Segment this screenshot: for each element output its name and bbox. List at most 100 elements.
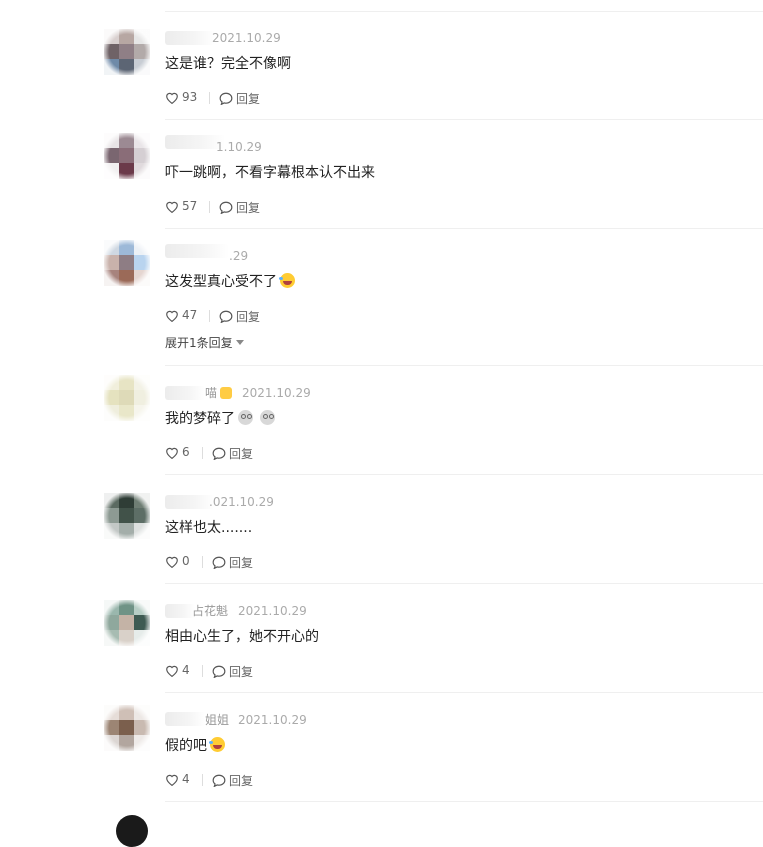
like-button[interactable]: 4 bbox=[165, 663, 190, 677]
comment-text: 这样也太....... bbox=[165, 520, 253, 536]
avatar-fade bbox=[104, 133, 150, 179]
reply-label: 回复 bbox=[229, 774, 254, 788]
avatar-fade bbox=[104, 240, 150, 286]
like-count: 6 bbox=[182, 445, 190, 459]
divider bbox=[209, 92, 210, 104]
username-blurred[interactable] bbox=[165, 712, 205, 726]
avatar[interactable] bbox=[104, 705, 150, 751]
dizzy-emoji-icon bbox=[260, 410, 275, 425]
like-button[interactable]: 47 bbox=[165, 308, 197, 322]
reply-label: 回复 bbox=[229, 447, 254, 461]
username-blurred[interactable] bbox=[165, 31, 215, 45]
avatar[interactable] bbox=[104, 600, 150, 646]
heart-icon bbox=[166, 92, 178, 104]
divider bbox=[202, 556, 203, 568]
username-tail: 姐姐 bbox=[205, 713, 230, 727]
comment-bubble-icon bbox=[219, 201, 233, 214]
like-count: 4 bbox=[182, 663, 190, 677]
divider bbox=[202, 447, 203, 459]
reply-button[interactable]: 回复 bbox=[219, 90, 260, 107]
comment-actions: 47 回复 bbox=[165, 308, 365, 324]
divider bbox=[165, 583, 763, 584]
divider bbox=[202, 774, 203, 786]
avatar[interactable] bbox=[104, 493, 150, 539]
comment-text-content: 这发型真心受不了 bbox=[165, 274, 277, 290]
comment-bubble-icon bbox=[212, 774, 226, 787]
divider bbox=[165, 474, 763, 475]
rofl-emoji-icon bbox=[209, 737, 225, 752]
reply-button[interactable]: 回复 bbox=[219, 199, 260, 216]
username-blurred[interactable] bbox=[165, 386, 205, 400]
heart-icon bbox=[166, 310, 178, 322]
heart-icon bbox=[166, 665, 178, 677]
comment-date: .021.10.29 bbox=[209, 495, 274, 509]
dizzy-emoji-icon bbox=[238, 410, 253, 425]
avatar[interactable] bbox=[116, 815, 148, 847]
comment-text-content: 我的梦碎了 bbox=[165, 411, 235, 427]
comment-actions: 93 回复 bbox=[165, 90, 365, 106]
comment-text: 我的梦碎了 bbox=[165, 410, 275, 428]
like-count: 4 bbox=[182, 772, 190, 786]
username-blurred[interactable] bbox=[165, 604, 195, 618]
comment-actions: 0 回复 bbox=[165, 554, 365, 570]
divider bbox=[165, 119, 763, 120]
divider bbox=[165, 801, 763, 802]
comment-bubble-icon bbox=[219, 92, 233, 105]
comment-actions: 57 回复 bbox=[165, 199, 365, 215]
reply-label: 回复 bbox=[229, 556, 254, 570]
reply-label: 回复 bbox=[236, 310, 261, 324]
avatar[interactable] bbox=[104, 240, 150, 286]
caret-down-icon bbox=[235, 340, 244, 345]
heart-icon bbox=[166, 774, 178, 786]
comment-date: 1.10.29 bbox=[216, 140, 262, 154]
reply-label: 回复 bbox=[236, 201, 261, 215]
like-button[interactable]: 57 bbox=[165, 199, 197, 213]
username-tail: 喵 bbox=[205, 386, 233, 400]
reply-button[interactable]: 回复 bbox=[212, 772, 253, 789]
avatar-fade bbox=[104, 600, 150, 646]
divider bbox=[209, 310, 210, 322]
comment-bubble-icon bbox=[212, 665, 226, 678]
reply-button[interactable]: 回复 bbox=[219, 308, 260, 325]
comment-date: 2021.10.29 bbox=[242, 386, 311, 400]
expand-replies-button[interactable]: 展开1条回复 bbox=[165, 336, 244, 350]
comment-actions: 6 回复 bbox=[165, 445, 365, 461]
like-button[interactable]: 4 bbox=[165, 772, 190, 786]
comment-text-content: 假的吧 bbox=[165, 738, 207, 754]
comment-text: 假的吧 bbox=[165, 737, 225, 755]
avatar[interactable] bbox=[104, 133, 150, 179]
like-count: 47 bbox=[182, 308, 198, 322]
avatar-fade bbox=[104, 29, 150, 75]
comment-text: 这发型真心受不了 bbox=[165, 273, 295, 291]
comment-date: .29 bbox=[229, 249, 249, 263]
like-count: 57 bbox=[182, 199, 198, 213]
avatar[interactable] bbox=[104, 375, 150, 421]
like-button[interactable]: 6 bbox=[165, 445, 190, 459]
comment-text: 吓一跳啊，不看字幕根本认不出来 bbox=[165, 165, 375, 181]
cat-emoji-icon bbox=[220, 387, 233, 399]
expand-replies-label: 展开1条回复 bbox=[165, 336, 233, 350]
reply-label: 回复 bbox=[236, 92, 261, 106]
divider bbox=[202, 665, 203, 677]
comment-bubble-icon bbox=[212, 447, 226, 460]
comment-bubble-icon bbox=[212, 556, 226, 569]
like-button[interactable]: 93 bbox=[165, 90, 197, 104]
like-count: 93 bbox=[182, 90, 198, 104]
username-blurred[interactable] bbox=[165, 244, 229, 258]
avatar[interactable] bbox=[104, 29, 150, 75]
reply-button[interactable]: 回复 bbox=[212, 445, 253, 462]
username-tail-text: 喵 bbox=[205, 386, 218, 400]
comment-text: 这是谁？完全不像啊 bbox=[165, 56, 291, 72]
reply-label: 回复 bbox=[229, 665, 254, 679]
divider bbox=[165, 692, 763, 693]
like-button[interactable]: 0 bbox=[165, 554, 190, 568]
heart-icon bbox=[166, 447, 178, 459]
username-blurred[interactable] bbox=[165, 495, 215, 509]
comment-bubble-icon bbox=[219, 310, 233, 323]
heart-icon bbox=[166, 201, 178, 213]
reply-button[interactable]: 回复 bbox=[212, 663, 253, 680]
reply-button[interactable]: 回复 bbox=[212, 554, 253, 571]
divider bbox=[165, 228, 763, 229]
comment-actions: 4 回复 bbox=[165, 772, 365, 788]
like-count: 0 bbox=[182, 554, 190, 568]
